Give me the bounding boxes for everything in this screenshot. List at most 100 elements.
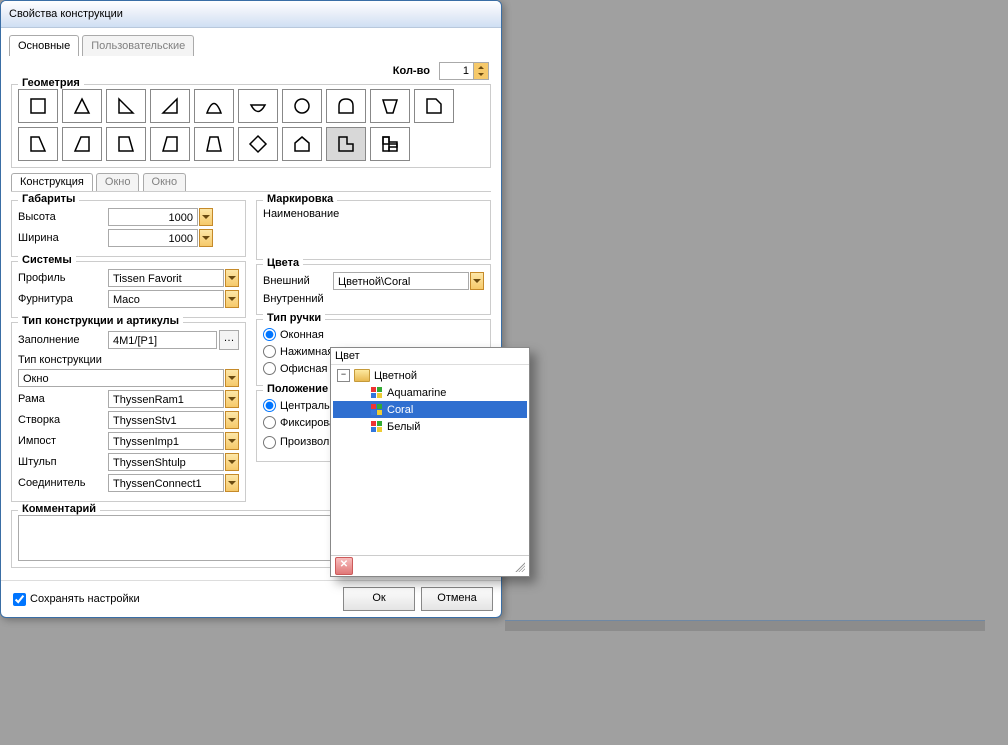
tree-item-white[interactable]: Белый	[333, 418, 527, 435]
shape-para-left[interactable]	[106, 127, 146, 161]
shape-trap-left[interactable]	[18, 127, 58, 161]
position-legend: Положение	[263, 383, 332, 395]
connector-select[interactable]: ThyssenConnect1	[108, 474, 224, 492]
shape-cut-l1[interactable]	[414, 89, 454, 123]
shape-trapez-up[interactable]	[194, 127, 234, 161]
height-label: Высота	[18, 211, 108, 223]
save-settings-checkbox[interactable]	[13, 593, 26, 606]
ctype-select[interactable]: Окно	[18, 369, 224, 387]
height-dropdown[interactable]	[199, 208, 213, 226]
shape-tri-right[interactable]	[150, 89, 190, 123]
position-custom-radio[interactable]	[263, 436, 276, 449]
fill-input[interactable]: 4M1/[P1]	[108, 331, 217, 349]
dimensions-legend: Габариты	[18, 193, 79, 205]
shape-pentagon[interactable]	[282, 127, 322, 161]
quantity-down[interactable]	[474, 71, 488, 79]
impost-dropdown[interactable]	[225, 432, 239, 450]
position-center-radio[interactable]	[263, 399, 276, 412]
quantity-spinner[interactable]: 1	[439, 62, 489, 80]
frame-dropdown[interactable]	[225, 390, 239, 408]
color-tree: − Цветной Aquamarine Coral Белый	[331, 365, 529, 555]
popup-close-button[interactable]: ✕	[335, 557, 353, 575]
handle-legend: Тип ручки	[263, 312, 325, 324]
tree-toggle-icon[interactable]: −	[337, 369, 350, 382]
shape-diamond[interactable]	[238, 127, 278, 161]
shape-arch-rect[interactable]	[326, 89, 366, 123]
handle-window-radio[interactable]	[263, 328, 276, 341]
colors-legend: Цвета	[263, 257, 303, 269]
hardware-dropdown[interactable]	[225, 290, 239, 308]
width-input[interactable]: 1000	[108, 229, 198, 247]
handle-push-radio[interactable]	[263, 345, 276, 358]
shape-trapez-down[interactable]	[370, 89, 410, 123]
resize-grip-icon[interactable]	[513, 560, 525, 572]
tree-item-aquamarine[interactable]: Aquamarine	[333, 384, 527, 401]
comment-legend: Комментарий	[18, 503, 100, 515]
ctype-dropdown[interactable]	[225, 369, 239, 387]
impost-select[interactable]: ThyssenImp1	[108, 432, 224, 450]
save-settings-label: Сохранять настройки	[30, 593, 140, 605]
color-swatch-icon	[371, 387, 383, 399]
shape-circle[interactable]	[282, 89, 322, 123]
shtulp-select[interactable]: ThyssenShtulp	[108, 453, 224, 471]
quantity-up[interactable]	[474, 63, 488, 71]
dialog-titlebar[interactable]: Свойства конструкции	[1, 1, 501, 28]
width-dropdown[interactable]	[199, 229, 213, 247]
outer-color-select[interactable]: Цветной\Coral	[333, 272, 469, 290]
dialog-footer: Сохранять настройки Ок Отмена	[1, 580, 501, 617]
impost-label: Импост	[18, 435, 108, 447]
connector-dropdown[interactable]	[225, 474, 239, 492]
fill-label: Заполнение	[18, 334, 108, 346]
sash-select[interactable]: ThyssenStv1	[108, 411, 224, 429]
shape-arch-bottom[interactable]	[238, 89, 278, 123]
inner-color-label: Внутренний	[263, 293, 333, 305]
background-window-edge	[505, 620, 985, 631]
frame-select[interactable]: ThyssenRam1	[108, 390, 224, 408]
shape-trap-right[interactable]	[62, 127, 102, 161]
shape-arch-top[interactable]	[194, 89, 234, 123]
shape-para-right[interactable]	[150, 127, 190, 161]
geometry-legend: Геометрия	[18, 77, 84, 89]
dialog-title: Свойства конструкции	[9, 8, 123, 20]
shape-rect[interactable]	[18, 89, 58, 123]
shape-poly-l[interactable]	[326, 127, 366, 161]
marking-legend: Маркировка	[263, 193, 337, 205]
subtab-window-2[interactable]: Окно	[143, 173, 187, 191]
shape-tri-center[interactable]	[62, 89, 102, 123]
fill-browse-button[interactable]: …	[219, 330, 239, 350]
cancel-button[interactable]: Отмена	[421, 587, 493, 611]
width-label: Ширина	[18, 232, 108, 244]
marking-group: Маркировка Наименование	[256, 200, 491, 260]
handle-push-label: Нажимная	[280, 346, 333, 358]
ok-button[interactable]: Ок	[343, 587, 415, 611]
outer-color-label: Внешний	[263, 275, 333, 287]
tab-main[interactable]: Основные	[9, 35, 79, 56]
outer-color-dropdown[interactable]	[470, 272, 484, 290]
handle-office-label: Офисная	[280, 363, 327, 375]
tree-item-label: Coral	[387, 404, 413, 416]
shape-tri-left[interactable]	[106, 89, 146, 123]
subtab-construction[interactable]: Конструкция	[11, 173, 93, 191]
sash-dropdown[interactable]	[225, 411, 239, 429]
profile-dropdown[interactable]	[225, 269, 239, 287]
color-swatch-icon	[371, 421, 383, 433]
ctype-group: Тип конструкции и артикулы Заполнение 4M…	[11, 322, 246, 502]
tree-folder-label: Цветной	[374, 370, 417, 382]
quantity-label: Кол-во	[393, 65, 430, 77]
height-input[interactable]: 1000	[108, 208, 198, 226]
shtulp-label: Штульп	[18, 456, 108, 468]
color-picker-popup: Цвет − Цветной Aquamarine Coral Белый ✕	[330, 347, 530, 577]
shape-poly-t[interactable]	[370, 127, 410, 161]
position-fixed-radio[interactable]	[263, 416, 276, 429]
tree-item-coral[interactable]: Coral	[333, 401, 527, 418]
color-swatch-icon	[371, 404, 383, 416]
tab-user[interactable]: Пользовательские	[82, 35, 194, 56]
hardware-select[interactable]: Maco	[108, 290, 224, 308]
shtulp-dropdown[interactable]	[225, 453, 239, 471]
subtab-window-1[interactable]: Окно	[96, 173, 140, 191]
marking-name-label: Наименование	[263, 208, 339, 220]
profile-select[interactable]: Tissen Favorit	[108, 269, 224, 287]
tree-folder-row[interactable]: − Цветной	[333, 367, 527, 384]
dimensions-group: Габариты Высота 1000 Ширина 1000	[11, 200, 246, 257]
handle-office-radio[interactable]	[263, 362, 276, 375]
